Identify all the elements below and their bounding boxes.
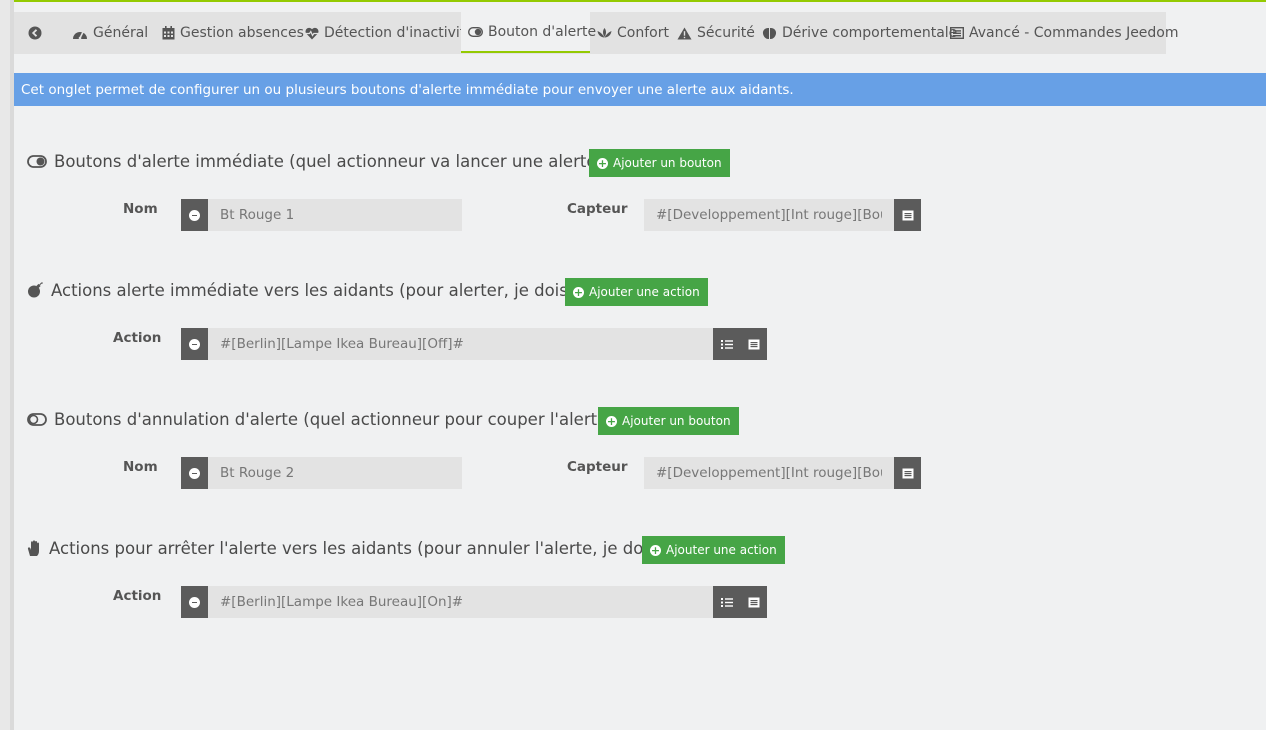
tasks-icon [720,597,733,607]
tab-derive-comportementale[interactable]: Dérive comportementale [762,12,957,54]
tab-label: Sécurité [697,25,755,41]
add-cancel-button-button[interactable]: + Ajouter un bouton [598,407,739,435]
sensor-label: Capteur [567,459,628,475]
name-label: Nom [123,201,158,217]
top-accent-line [14,0,1266,2]
name-field[interactable] [208,457,462,489]
section-title-text: Boutons d'annulation d'alerte (quel acti… [54,409,628,429]
section-alert-buttons-title: Boutons d'alerte immédiate (quel actionn… [27,147,634,175]
remove-button[interactable] [181,457,208,489]
section-title-text: Boutons d'alerte immédiate (quel actionn… [54,151,617,171]
minus-circle-icon [189,338,200,350]
calendar-icon [162,26,175,40]
bomb-icon [28,282,43,298]
tab-label: Avancé - Commandes Jeedom [969,25,1179,41]
arrow-circle-left-icon [28,26,42,40]
brain-icon [762,27,777,39]
heartbeat-icon [305,27,319,39]
select-command-button[interactable] [740,586,767,618]
remove-button[interactable] [181,199,208,231]
plus-circle-icon: + [650,543,661,557]
tab-label: Dérive comportementale [782,25,958,41]
plus-circle-icon: + [606,414,617,428]
list-alt-icon [902,210,913,220]
tab-detection-inactivite[interactable]: Détection d'inactivité [305,12,474,54]
info-banner: Cet onglet permet de configurer un ou pl… [14,73,1266,106]
action-field[interactable] [208,586,713,618]
name-field[interactable] [208,199,462,231]
tab-label: Général [93,25,149,41]
tab-label: Bouton d'alerte [488,23,597,40]
tab-bouton-alerte[interactable]: Bouton d'alerte [461,12,596,53]
list-options-button[interactable] [713,586,740,618]
sensor-label: Capteur [567,201,628,217]
section-alert-actions-title: Actions alerte immédiate vers les aidant… [27,276,606,304]
select-command-button[interactable] [740,328,767,360]
list-options-button[interactable] [713,328,740,360]
toggle-off-icon [27,412,47,426]
warning-icon [677,27,692,39]
toggle-on-icon [27,154,47,168]
list-alt-icon [748,339,759,349]
select-command-button[interactable] [894,199,921,231]
action-label: Action [113,330,162,346]
tab-confort[interactable]: Confort [597,12,669,54]
toggle-on-icon [468,26,483,37]
tab-label: Gestion absences [180,25,304,41]
sensor-field[interactable] [644,199,894,231]
remove-button[interactable] [181,586,208,618]
tab-label: Confort [617,25,669,41]
tab-bar: Général Gestion absences Détection d'ina… [14,12,1179,54]
tachometer-icon [73,31,87,39]
section-cancel-buttons-title: Boutons d'annulation d'alerte (quel acti… [27,405,645,433]
select-command-button[interactable] [894,457,921,489]
section-title-text: Actions alerte immédiate vers les aidant… [51,280,589,300]
add-alert-action-button[interactable]: + Ajouter une action [565,278,708,306]
minus-circle-icon [189,209,200,221]
sensor-field[interactable] [644,457,894,489]
list-alt-icon [902,468,913,478]
action-field[interactable] [208,328,713,360]
tab-gestion-absences[interactable]: Gestion absences [162,12,304,54]
add-cancel-action-button[interactable]: + Ajouter une action [642,536,785,564]
section-title-text: Actions pour arrêter l'alerte vers les a… [49,538,677,558]
list-alt-icon [748,597,759,607]
list-alt-icon [950,27,964,39]
name-label: Nom [123,459,158,475]
spa-icon [597,28,612,38]
tab-avance-commandes[interactable]: Avancé - Commandes Jeedom [950,12,1179,54]
tab-label: Détection d'inactivité [324,25,474,41]
tab-back[interactable] [28,12,47,54]
tab-securite[interactable]: Sécurité [677,12,755,54]
tasks-icon [720,339,733,349]
section-cancel-actions-title: Actions pour arrêter l'alerte vers les a… [27,534,694,562]
left-gutter-border [10,0,14,730]
minus-circle-icon [189,596,200,608]
plus-circle-icon: + [573,285,584,299]
hand-paper-icon [27,539,39,556]
action-label: Action [113,588,162,604]
add-alert-button-button[interactable]: + Ajouter un bouton [589,149,730,177]
tab-general[interactable]: Général [72,12,148,54]
plus-circle-icon: + [597,156,608,170]
minus-circle-icon [189,467,200,479]
remove-button[interactable] [181,328,208,360]
